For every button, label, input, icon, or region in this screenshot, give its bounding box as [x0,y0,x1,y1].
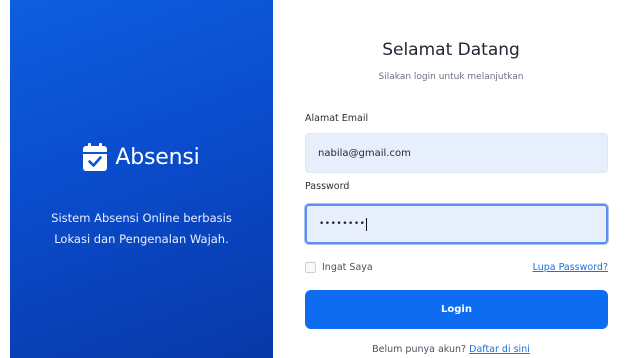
register-prompt-text: Belum punya akun? [372,344,467,355]
email-label: Alamat Email [305,113,369,124]
password-value: •••••••• [319,219,366,229]
text-caret [366,217,368,231]
login-button[interactable]: Login [305,290,608,329]
tagline-line-1: Sistem Absensi Online berbasis [51,211,232,225]
calendar-check-icon [83,143,108,171]
brand-logo: Absensi [10,137,273,177]
page-subtitle: Silakan login untuk melanjutkan [378,72,524,82]
password-label: Password [305,181,350,192]
tagline-line-2: Lokasi dan Pengenalan Wajah. [54,232,229,246]
forgot-password-link[interactable]: Lupa Password? [533,262,608,273]
left-margin [0,0,10,358]
brand-tagline: Sistem Absensi Online berbasis Lokasi da… [10,208,273,250]
email-value: nabila@gmail.com [318,147,411,159]
register-link[interactable]: Daftar di sini [469,344,530,355]
remember-me[interactable]: Ingat Saya [305,262,373,273]
remember-label: Ingat Saya [322,262,373,273]
password-field[interactable]: •••••••• [305,204,608,244]
remember-checkbox[interactable] [305,262,316,273]
brand-panel: Absensi Sistem Absensi Online berbasis L… [10,0,273,358]
email-field[interactable]: nabila@gmail.com [305,133,608,173]
register-prompt: Belum punya akun? Daftar di sini [273,344,629,355]
page-title: Selamat Datang [382,40,520,60]
brand-name: Absensi [115,144,200,170]
login-form-panel: Selamat Datang Silakan login untuk melan… [273,0,629,358]
